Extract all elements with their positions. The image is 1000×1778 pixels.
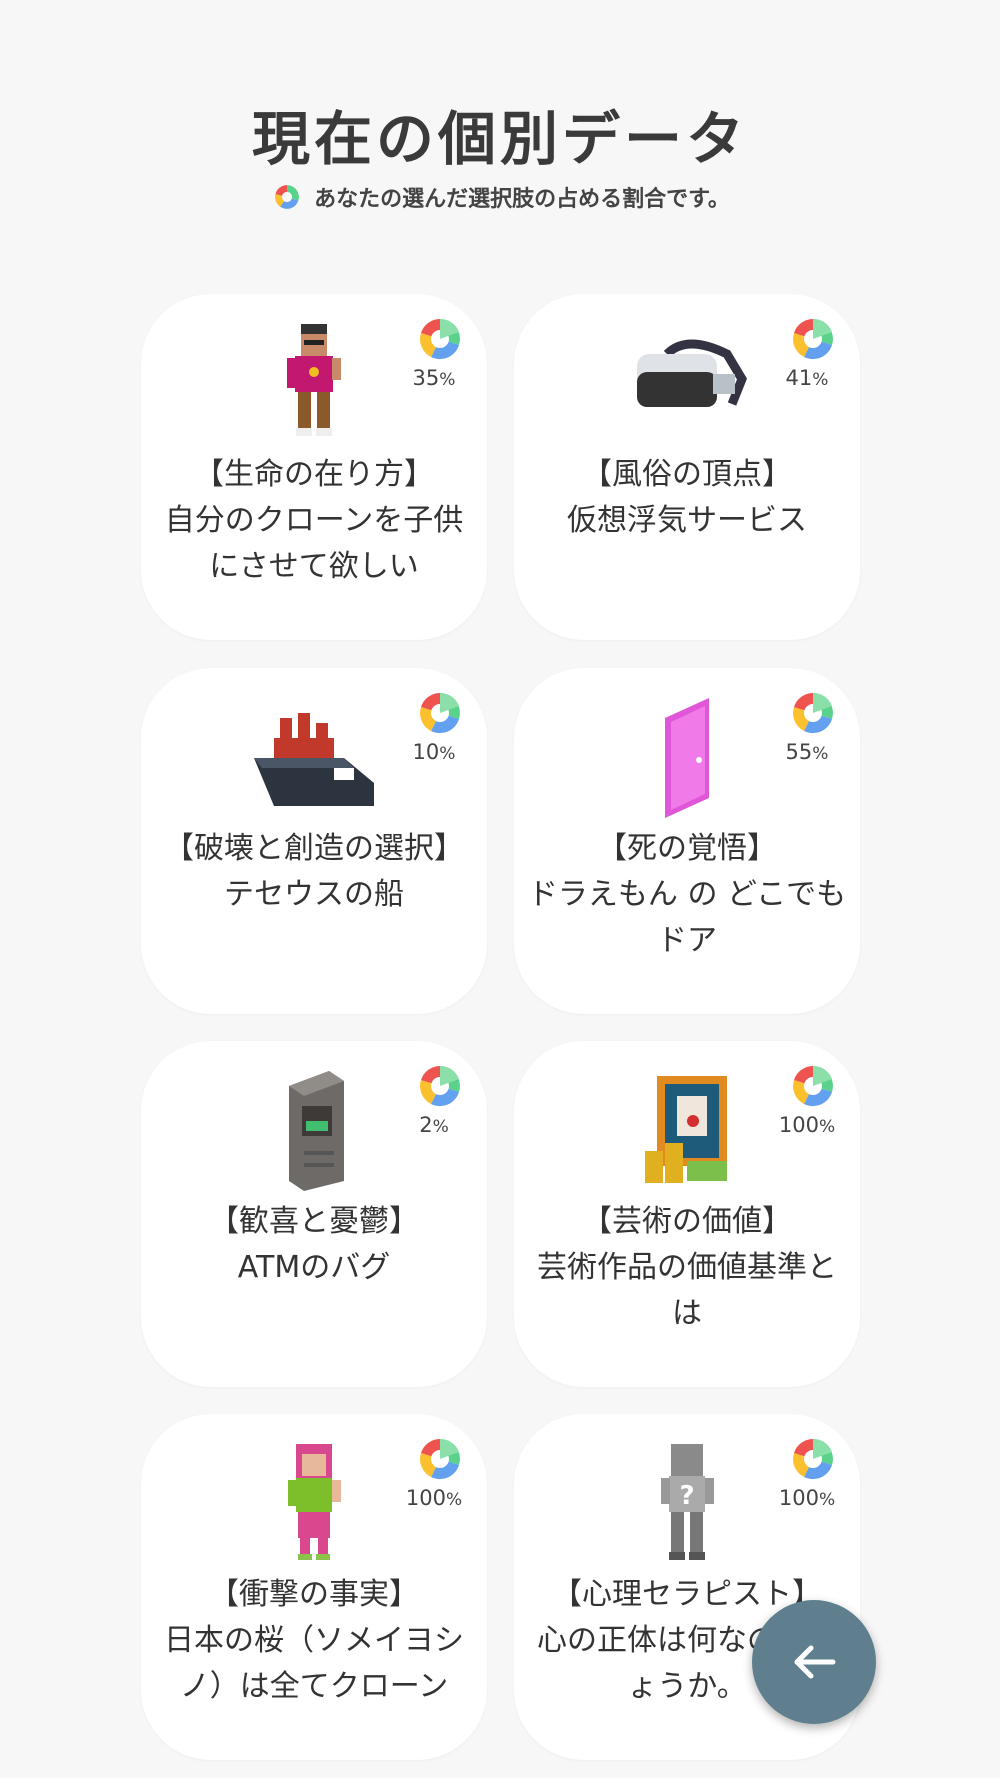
pink-door-icon bbox=[665, 698, 709, 818]
card-text: 【破壊と創造の選択】 テセウスの船 bbox=[164, 831, 464, 912]
pie-chart-icon bbox=[275, 185, 299, 209]
percentage: 2% bbox=[419, 1113, 449, 1137]
data-card-4[interactable]: 55% 【死の覚悟】 ドラえもん の どこでもドア bbox=[514, 668, 860, 1014]
data-card-5[interactable]: 2% 【歓喜と憂鬱】 ATMのバグ bbox=[141, 1041, 487, 1387]
percentage: 41% bbox=[785, 366, 829, 390]
voxel-woman-icon bbox=[288, 1444, 341, 1560]
svg-text:?: ? bbox=[679, 1481, 694, 1511]
ship-icon bbox=[254, 713, 374, 806]
vr-headset-icon bbox=[637, 339, 747, 407]
pie-chart-icon bbox=[793, 1438, 833, 1480]
data-card-2[interactable]: 41% 【風俗の頂点】 仮想浮気サービス bbox=[514, 294, 860, 640]
card-text: 【歓喜と憂鬱】 ATMのバグ bbox=[209, 1204, 419, 1285]
data-card-1[interactable]: 35% 【生命の在り方】 自分のクローンを子供にさせて欲しい bbox=[141, 294, 487, 640]
pie-chart-icon bbox=[420, 1065, 460, 1107]
data-card-6[interactable]: 100% 【芸術の価値】 芸術作品の価値基準とは bbox=[514, 1041, 860, 1387]
page-title: 現在の個別データ bbox=[251, 105, 748, 173]
pie-chart-icon bbox=[420, 1438, 460, 1480]
card-text: 【芸術の価値】 芸術作品の価値基準とは bbox=[537, 1204, 837, 1331]
percentage: 100% bbox=[778, 1486, 836, 1510]
percentage: 100% bbox=[778, 1113, 836, 1137]
back-button[interactable] bbox=[752, 1600, 876, 1724]
subtitle-text: あなたの選んだ選択肢の占める割合です。 bbox=[314, 187, 730, 212]
arrow-left-icon bbox=[794, 1645, 836, 1679]
pie-chart-icon bbox=[793, 318, 833, 360]
pie-chart-icon bbox=[420, 318, 460, 360]
voxel-man-icon bbox=[287, 324, 341, 436]
percentage: 100% bbox=[405, 1486, 463, 1510]
subtitle: あなたの選んだ選択肢の占める割合です。 bbox=[0, 180, 1000, 214]
atm-icon bbox=[289, 1071, 344, 1191]
card-text: 【生命の在り方】 自分のクローンを子供にさせて欲しい bbox=[164, 457, 464, 584]
percentage: 55% bbox=[785, 740, 829, 764]
data-card-7[interactable]: 100% 【衝撃の事実】 日本の桜（ソメイヨシノ）は全てクローン bbox=[141, 1414, 487, 1760]
pie-chart-icon bbox=[793, 1065, 833, 1107]
card-text: 【風俗の頂点】 仮想浮気サービス bbox=[567, 457, 807, 538]
data-card-3[interactable]: 10% 【破壊と創造の選択】 テセウスの船 bbox=[141, 668, 487, 1014]
card-text: 【衝撃の事実】 日本の桜（ソメイヨシノ）は全てクローン bbox=[164, 1577, 464, 1704]
mystery-person-icon: ? bbox=[661, 1444, 714, 1560]
pie-chart-icon bbox=[793, 692, 833, 734]
percentage: 10% bbox=[412, 740, 456, 764]
painting-money-icon bbox=[645, 1076, 727, 1183]
pie-chart-icon bbox=[420, 692, 460, 734]
card-text: 【死の覚悟】 ドラえもん の どこでもドア bbox=[527, 831, 847, 958]
percentage: 35% bbox=[412, 366, 456, 390]
